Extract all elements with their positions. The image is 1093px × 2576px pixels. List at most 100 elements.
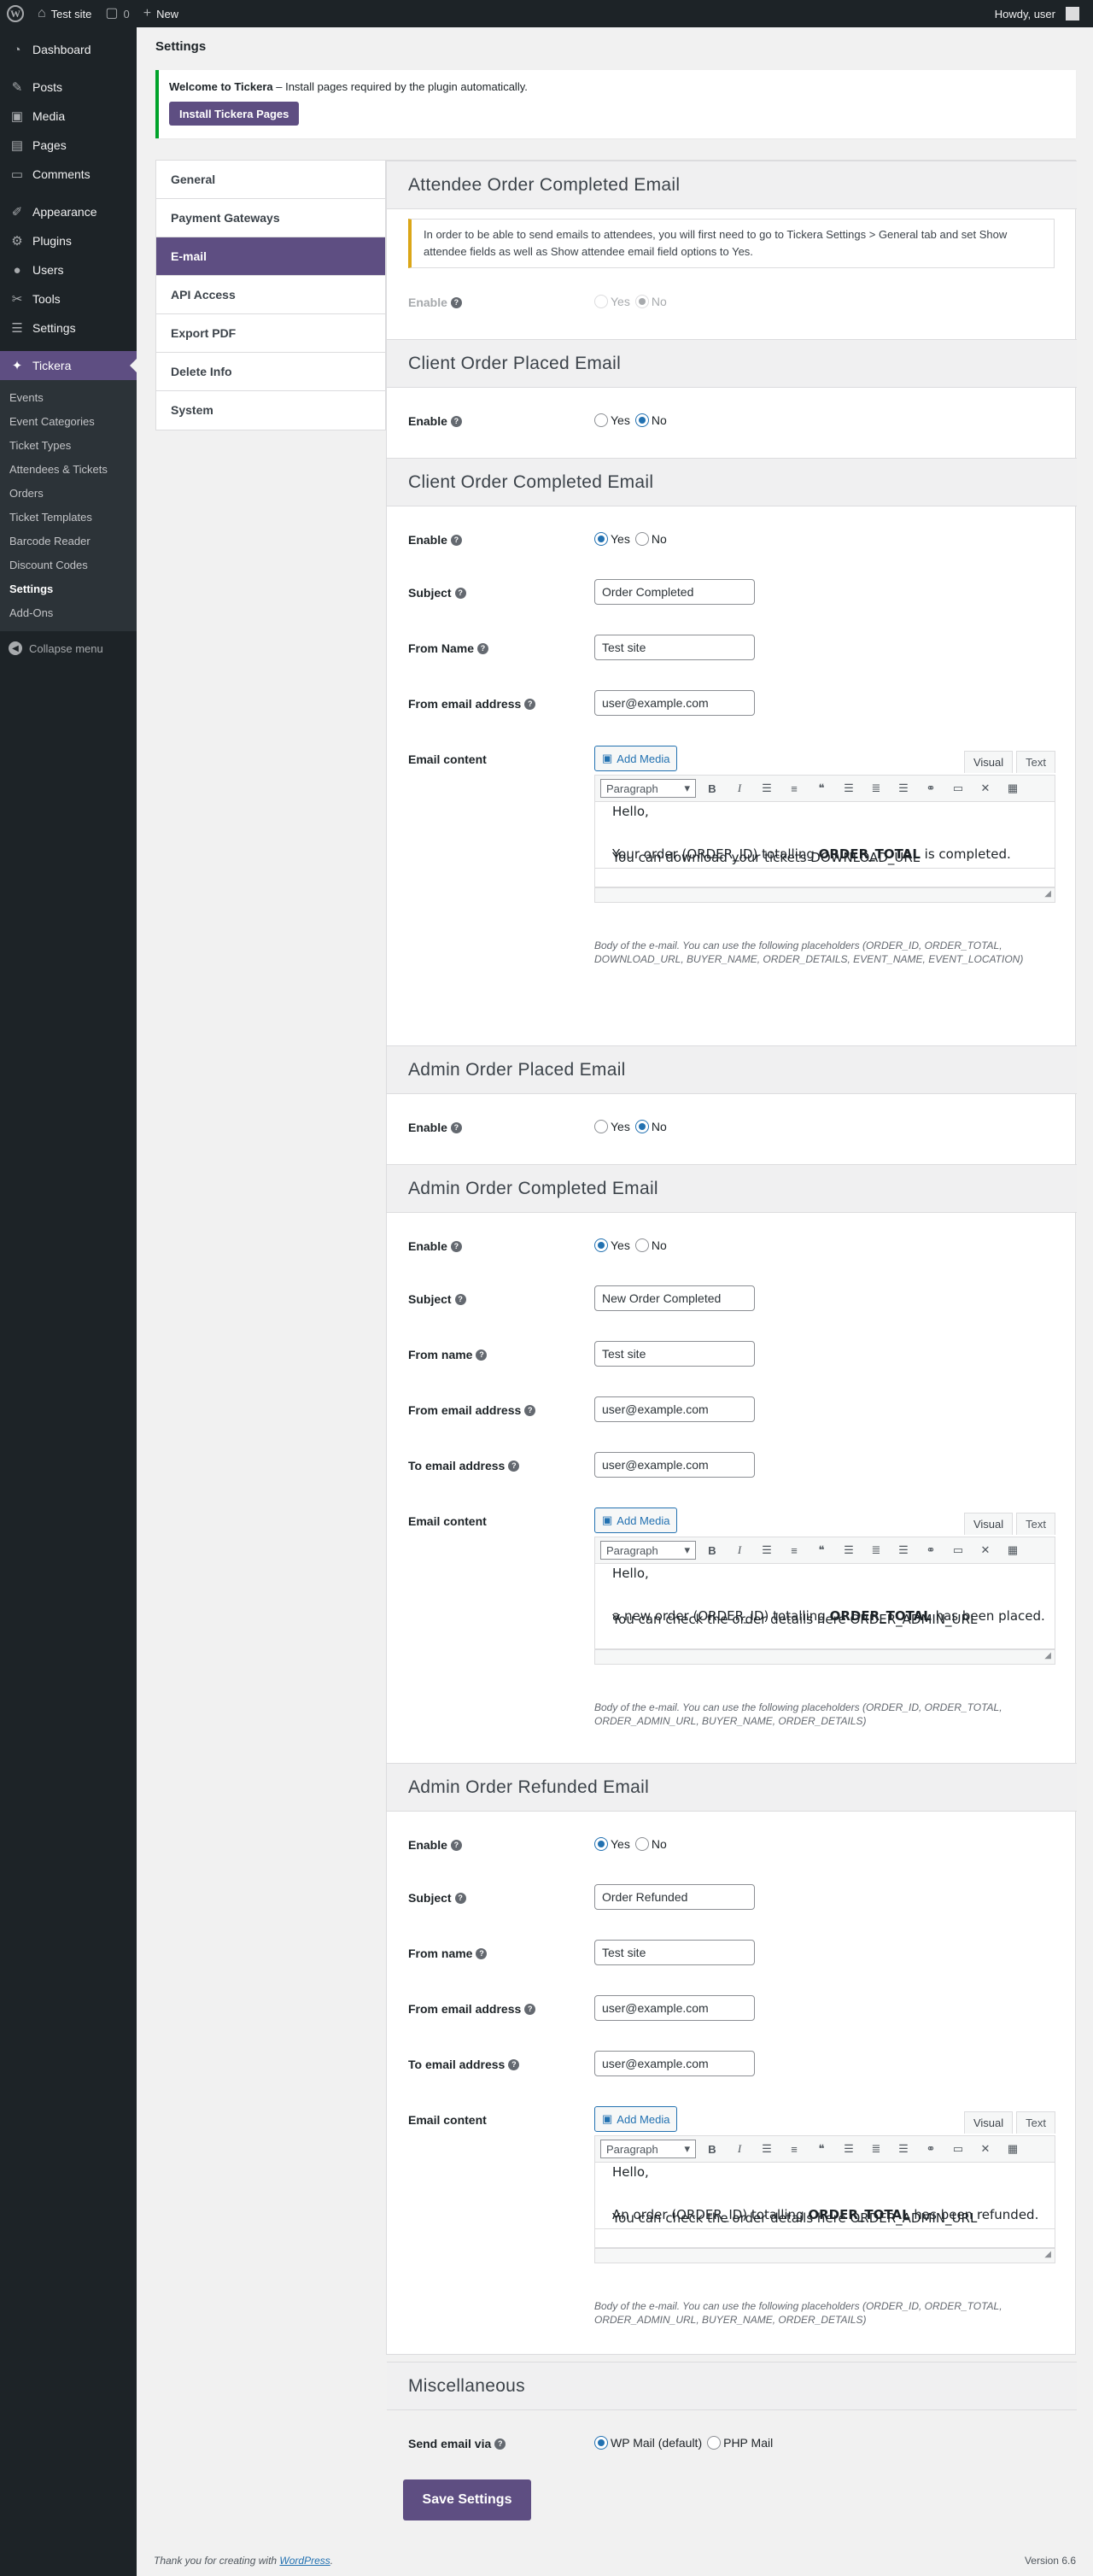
submenu-ticket-types[interactable]: Ticket Types — [0, 434, 137, 458]
new-content-link[interactable]: + New — [137, 0, 185, 27]
help-icon[interactable]: ? — [450, 1240, 462, 1252]
bullet-list-icon[interactable]: ☰ — [756, 2139, 778, 2159]
radio-button[interactable] — [594, 2436, 608, 2450]
collapse-menu-button[interactable]: ◀ Collapse menu — [0, 631, 137, 665]
editor-resize-handle[interactable] — [594, 887, 1055, 903]
client-completed-enable-yes[interactable]: Yes — [594, 532, 630, 546]
help-icon[interactable]: ? — [450, 1121, 462, 1133]
menu-dashboard[interactable]: ◔ Dashboard — [0, 35, 137, 64]
admin-completed-to-email-input[interactable]: user@example.com — [594, 1452, 755, 1478]
comments-link[interactable]: ▢ 0 — [98, 0, 136, 27]
link-icon[interactable]: ⚭ — [920, 778, 942, 799]
radio-button[interactable] — [707, 2436, 722, 2450]
format-select[interactable]: Paragraph ▾ — [600, 1541, 696, 1560]
toolbar-toggle-icon[interactable]: ▦ — [1002, 778, 1024, 799]
client-completed-from-name-input[interactable]: Test site — [594, 635, 755, 660]
menu-settings[interactable]: ☰ Settings — [0, 313, 137, 342]
read-more-icon[interactable]: ▭ — [947, 778, 969, 799]
install-pages-button[interactable]: Install Tickera Pages — [169, 102, 300, 126]
help-icon[interactable]: ? — [508, 1460, 520, 1472]
editor-resize-handle[interactable] — [594, 1649, 1055, 1665]
help-icon[interactable]: ? — [450, 1839, 462, 1851]
help-icon[interactable]: ? — [450, 415, 462, 427]
bold-icon[interactable]: B — [701, 778, 723, 799]
add-media-button[interactable]: ▣ Add Media — [594, 746, 678, 771]
radio-button[interactable] — [634, 295, 649, 308]
add-media-button[interactable]: ▣ Add Media — [594, 1508, 678, 1533]
help-icon[interactable]: ? — [454, 587, 466, 599]
radio-button[interactable] — [634, 532, 649, 546]
toolbar-toggle-icon[interactable]: ▦ — [1002, 2139, 1024, 2159]
tab-text[interactable]: Text — [1016, 751, 1055, 773]
attendee-enable-no[interactable]: No — [634, 295, 667, 308]
help-icon[interactable]: ? — [524, 2003, 536, 2015]
submenu-barcode-reader[interactable]: Barcode Reader — [0, 530, 137, 553]
toolbar-toggle-icon[interactable]: ▦ — [1002, 1540, 1024, 1560]
menu-users[interactable]: ● Users — [0, 255, 137, 284]
bold-icon[interactable]: B — [701, 1540, 723, 1560]
link-icon[interactable]: ⚭ — [920, 1540, 942, 1560]
admin-completed-subject-input[interactable]: New Order Completed — [594, 1285, 755, 1311]
read-more-icon[interactable]: ▭ — [947, 2139, 969, 2159]
bullet-list-icon[interactable]: ☰ — [756, 778, 778, 799]
help-icon[interactable]: ? — [524, 698, 536, 710]
blockquote-icon[interactable]: ❝ — [810, 1540, 833, 1560]
radio-button[interactable] — [594, 1238, 608, 1252]
help-icon[interactable]: ? — [454, 1293, 466, 1305]
tab-export-pdf[interactable]: Export PDF — [156, 314, 385, 353]
tab-general[interactable]: General — [156, 161, 385, 199]
radio-button[interactable] — [594, 295, 608, 308]
menu-posts[interactable]: ✎ Posts — [0, 73, 137, 102]
fullscreen-icon[interactable]: ✕ — [974, 778, 997, 799]
admin-placed-enable-yes[interactable]: Yes — [594, 1120, 630, 1133]
tab-email[interactable]: E-mail — [156, 237, 385, 276]
bullet-list-icon[interactable]: ☰ — [756, 1540, 778, 1560]
tab-visual[interactable]: Visual — [963, 2111, 1014, 2134]
admin-completed-enable-no[interactable]: No — [634, 1238, 667, 1252]
menu-tools[interactable]: ✂ Tools — [0, 284, 137, 313]
tab-delete-info[interactable]: Delete Info — [156, 353, 385, 391]
radio-button[interactable] — [634, 1120, 649, 1133]
admin-completed-from-name-input[interactable]: Test site — [594, 1341, 755, 1367]
italic-icon[interactable]: I — [728, 1540, 751, 1560]
align-left-icon[interactable]: ☰ — [838, 2139, 860, 2159]
blockquote-icon[interactable]: ❝ — [810, 2139, 833, 2159]
admin-placed-enable-no[interactable]: No — [634, 1120, 667, 1133]
radio-button[interactable] — [594, 1837, 608, 1851]
align-left-icon[interactable]: ☰ — [838, 1540, 860, 1560]
tab-payment-gateways[interactable]: Payment Gateways — [156, 199, 385, 237]
menu-appearance[interactable]: ✐ Appearance — [0, 197, 137, 226]
admin-refunded-from-email-input[interactable]: user@example.com — [594, 1995, 755, 2021]
site-name-link[interactable]: ⌂ Test site — [31, 0, 98, 27]
send-via-wp-mail[interactable]: WP Mail (default) — [594, 2436, 702, 2450]
numbered-list-icon[interactable]: ≡ — [783, 1540, 805, 1560]
submenu-events[interactable]: Events — [0, 386, 137, 410]
submenu-ticket-templates[interactable]: Ticket Templates — [0, 506, 137, 530]
bold-icon[interactable]: B — [701, 2139, 723, 2159]
client-placed-enable-no[interactable]: No — [634, 413, 667, 427]
read-more-icon[interactable]: ▭ — [947, 1540, 969, 1560]
client-completed-subject-input[interactable]: Order Completed — [594, 579, 755, 605]
italic-icon[interactable]: I — [728, 778, 751, 799]
radio-button[interactable] — [634, 1238, 649, 1252]
link-icon[interactable]: ⚭ — [920, 2139, 942, 2159]
admin-refunded-from-name-input[interactable]: Test site — [594, 1940, 755, 1965]
submenu-add-ons[interactable]: Add-Ons — [0, 601, 137, 625]
help-icon[interactable]: ? — [476, 1349, 488, 1361]
tab-text[interactable]: Text — [1016, 1513, 1055, 1535]
help-icon[interactable]: ? — [494, 2438, 506, 2450]
radio-button[interactable] — [594, 413, 608, 427]
help-icon[interactable]: ? — [508, 2058, 520, 2070]
wordpress-link[interactable]: WordPress — [279, 2555, 330, 2567]
menu-media[interactable]: ▣ Media — [0, 102, 137, 131]
submenu-settings[interactable]: Settings — [0, 577, 137, 601]
align-center-icon[interactable]: ≣ — [865, 1540, 887, 1560]
admin-refunded-enable-no[interactable]: No — [634, 1837, 667, 1851]
help-icon[interactable]: ? — [476, 1947, 488, 1959]
tab-api-access[interactable]: API Access — [156, 276, 385, 314]
menu-tickera[interactable]: ✦ Tickera — [0, 351, 137, 380]
client-completed-enable-no[interactable]: No — [634, 532, 667, 546]
client-placed-enable-yes[interactable]: Yes — [594, 413, 630, 427]
attendee-enable-yes[interactable]: Yes — [594, 295, 630, 308]
format-select[interactable]: Paragraph ▾ — [600, 779, 696, 798]
